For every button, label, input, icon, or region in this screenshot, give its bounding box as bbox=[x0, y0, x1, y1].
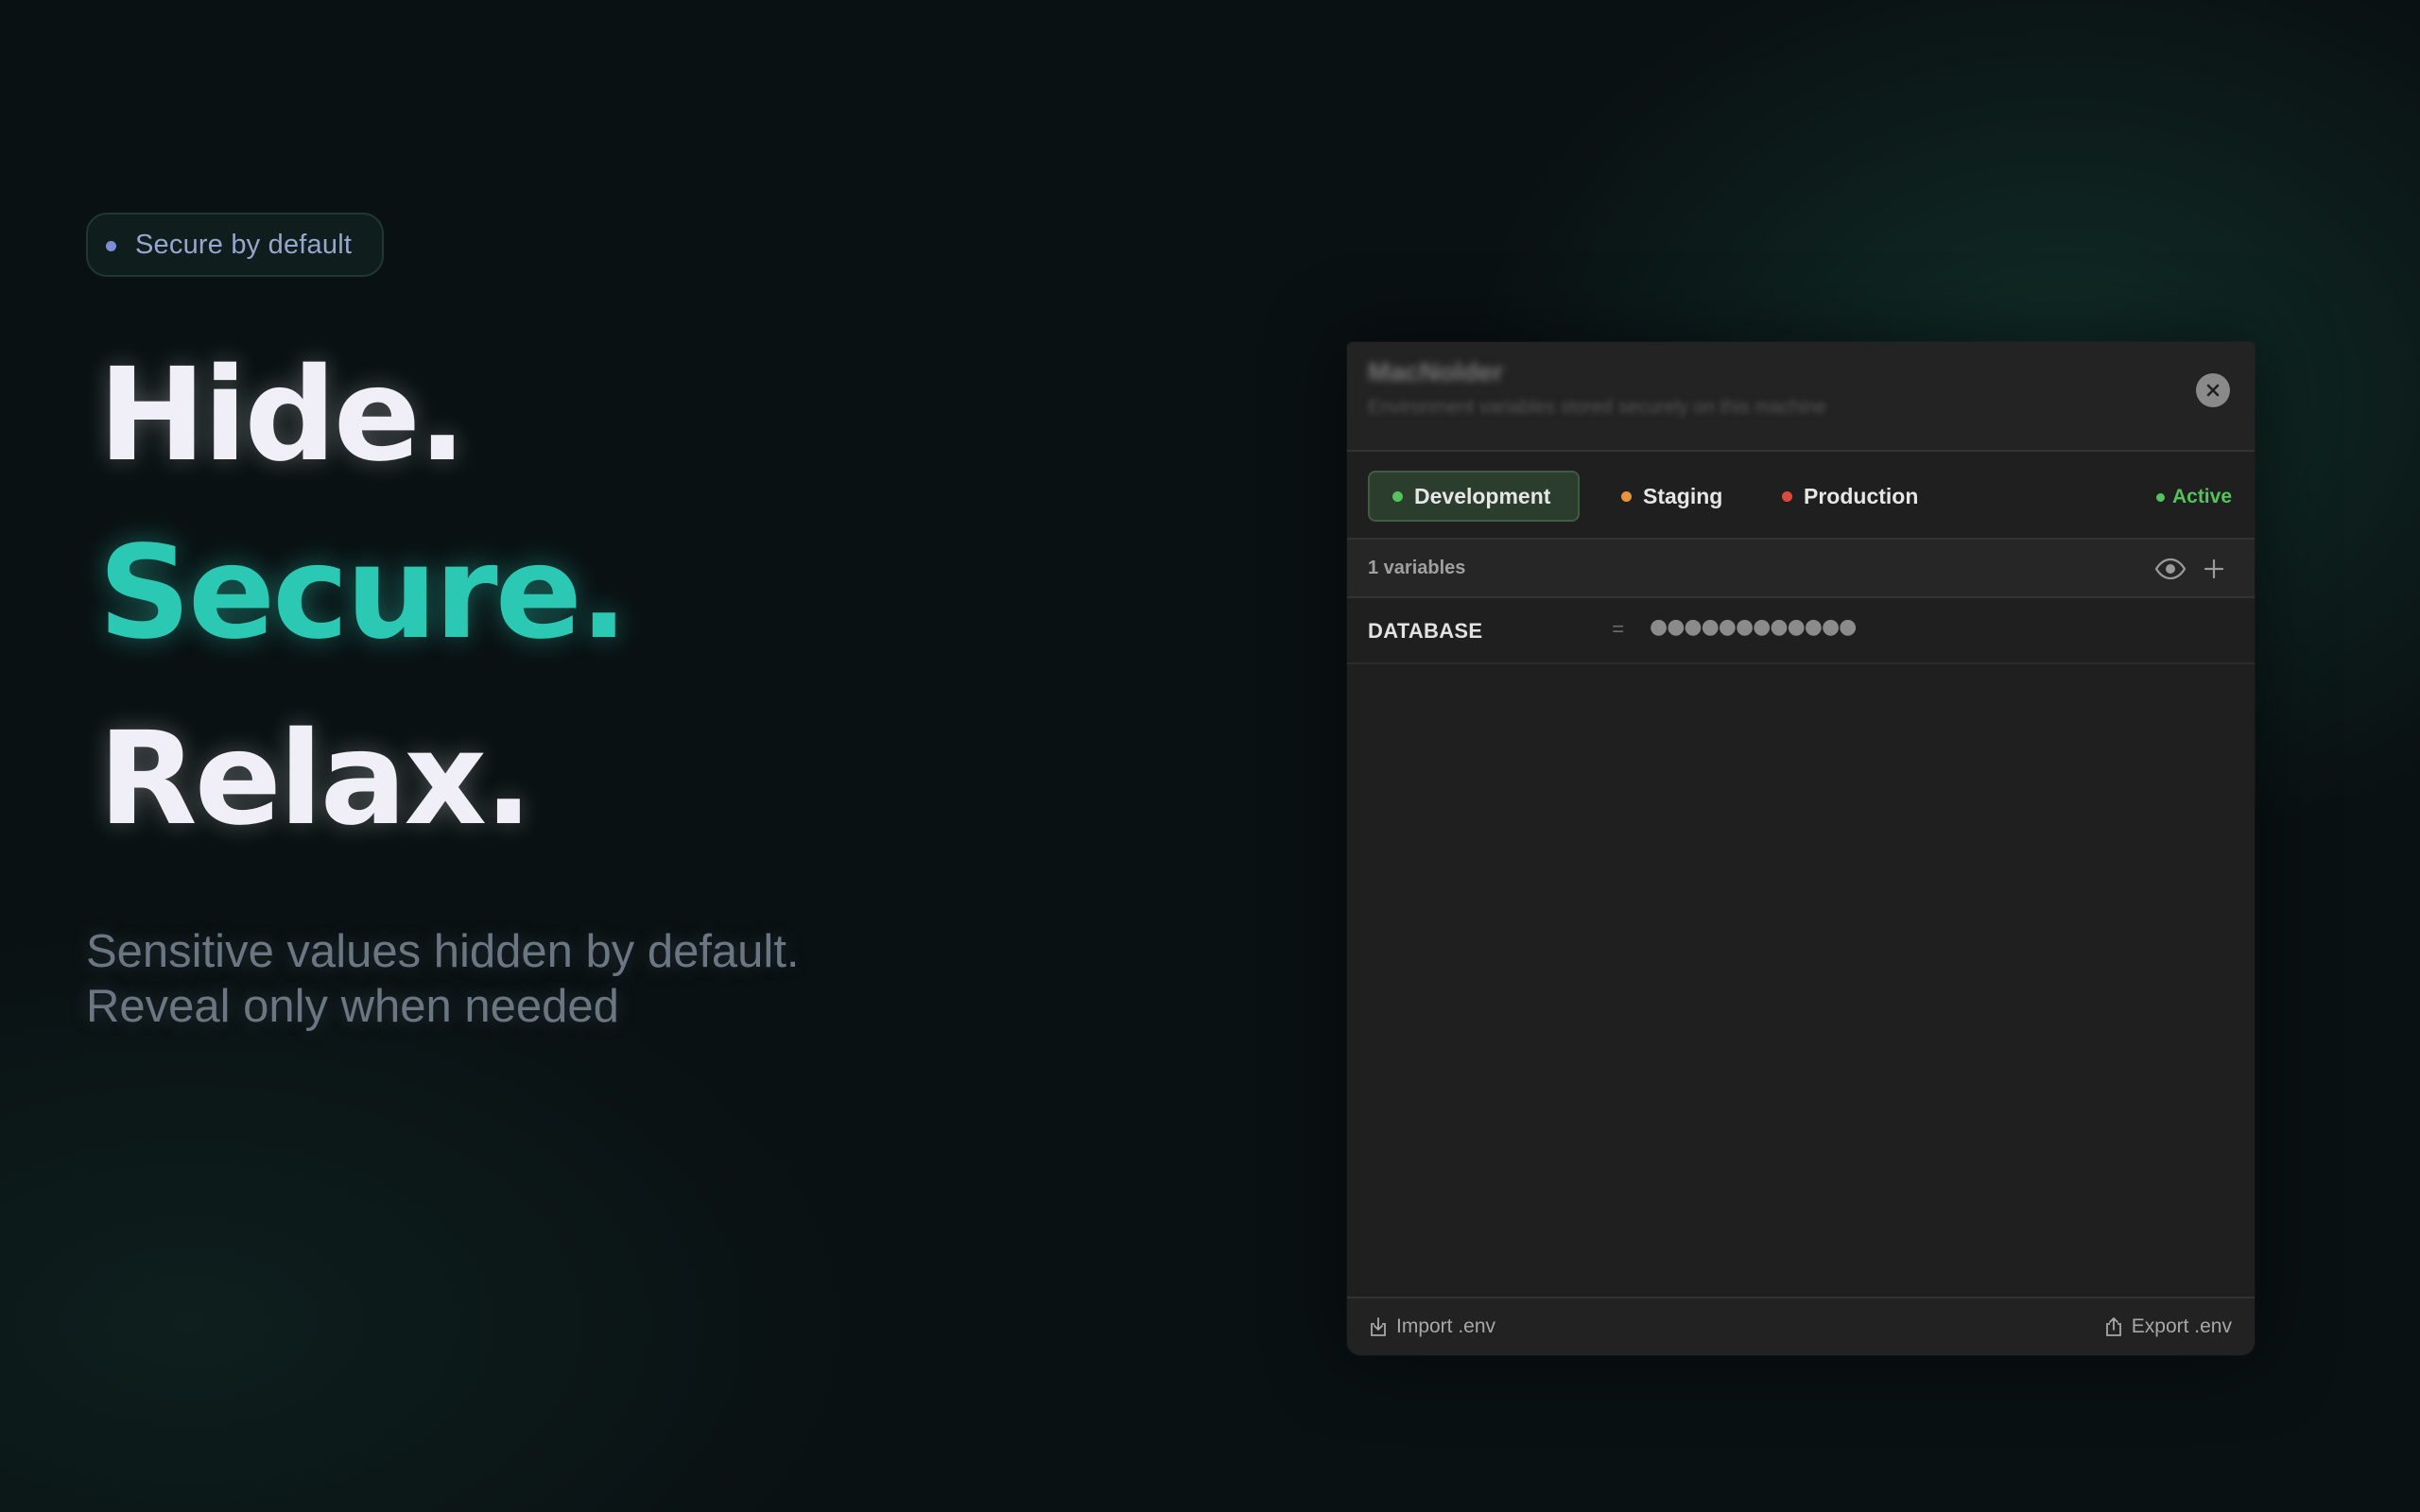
import-env-label: Import .env bbox=[1396, 1315, 1496, 1337]
headline-relax: Relax. bbox=[98, 705, 533, 854]
production-status-dot bbox=[1782, 490, 1792, 502]
development-status-dot bbox=[1392, 490, 1403, 502]
window-subtitle: Environment variables stored securely on… bbox=[1368, 397, 1826, 418]
add-variable-button[interactable] bbox=[2198, 553, 2230, 585]
hero-subtext: Sensitive values hidden by default. Reve… bbox=[86, 924, 800, 1034]
tab-production[interactable]: Production bbox=[1774, 471, 1945, 522]
window-header: MacNolder Environment variables stored s… bbox=[1347, 342, 2255, 452]
variables-count: 1 variables bbox=[1368, 558, 1466, 578]
headline-hide: Hide. bbox=[98, 341, 467, 490]
secure-badge: Secure by default bbox=[86, 213, 385, 277]
active-status: Active bbox=[2155, 486, 2232, 508]
export-env-label: Export .env bbox=[2131, 1315, 2232, 1337]
variables-toolbar: 1 variables bbox=[1347, 540, 2255, 598]
headline-secure: Secure. bbox=[98, 519, 629, 668]
subtext-line-2: Reveal only when needed bbox=[86, 981, 619, 1032]
window-title: MacNolder bbox=[1368, 357, 1504, 387]
window-footer: Import .env Export .env bbox=[1347, 1297, 2255, 1355]
env-manager-window: MacNolder Environment variables stored s… bbox=[1347, 342, 2255, 1355]
environment-tabs: Development Staging Production Active bbox=[1347, 452, 2255, 540]
variable-row[interactable]: DATABASE = ●●●●●●●●●●●● bbox=[1347, 598, 2255, 664]
tab-development-label: Development bbox=[1414, 483, 1551, 508]
staging-status-dot bbox=[1621, 490, 1632, 502]
tab-staging[interactable]: Staging bbox=[1614, 471, 1737, 522]
tab-development[interactable]: Development bbox=[1368, 471, 1580, 522]
variable-separator: = bbox=[1612, 619, 1625, 643]
tab-staging-label: Staging bbox=[1643, 483, 1723, 508]
badge-label: Secure by default bbox=[135, 229, 353, 260]
active-dot bbox=[2155, 492, 2165, 502]
badge-dot bbox=[106, 241, 116, 251]
close-button[interactable] bbox=[2196, 373, 2230, 407]
import-icon bbox=[1371, 1317, 1386, 1336]
import-env-button[interactable]: Import .env bbox=[1368, 1315, 1495, 1338]
variable-masked-value[interactable]: ●●●●●●●●●●●● bbox=[1650, 615, 1857, 639]
variable-key[interactable]: DATABASE bbox=[1368, 619, 1482, 644]
active-status-label: Active bbox=[2171, 486, 2232, 507]
close-icon bbox=[2206, 384, 2220, 397]
plus-icon bbox=[2204, 558, 2224, 579]
tab-production-label: Production bbox=[1804, 483, 1919, 508]
reveal-toggle-button[interactable] bbox=[2152, 555, 2188, 583]
export-env-button[interactable]: Export .env bbox=[2103, 1315, 2232, 1338]
subtext-line-1: Sensitive values hidden by default. bbox=[86, 926, 800, 977]
export-icon bbox=[2105, 1317, 2121, 1336]
eye-icon bbox=[2154, 558, 2187, 580]
